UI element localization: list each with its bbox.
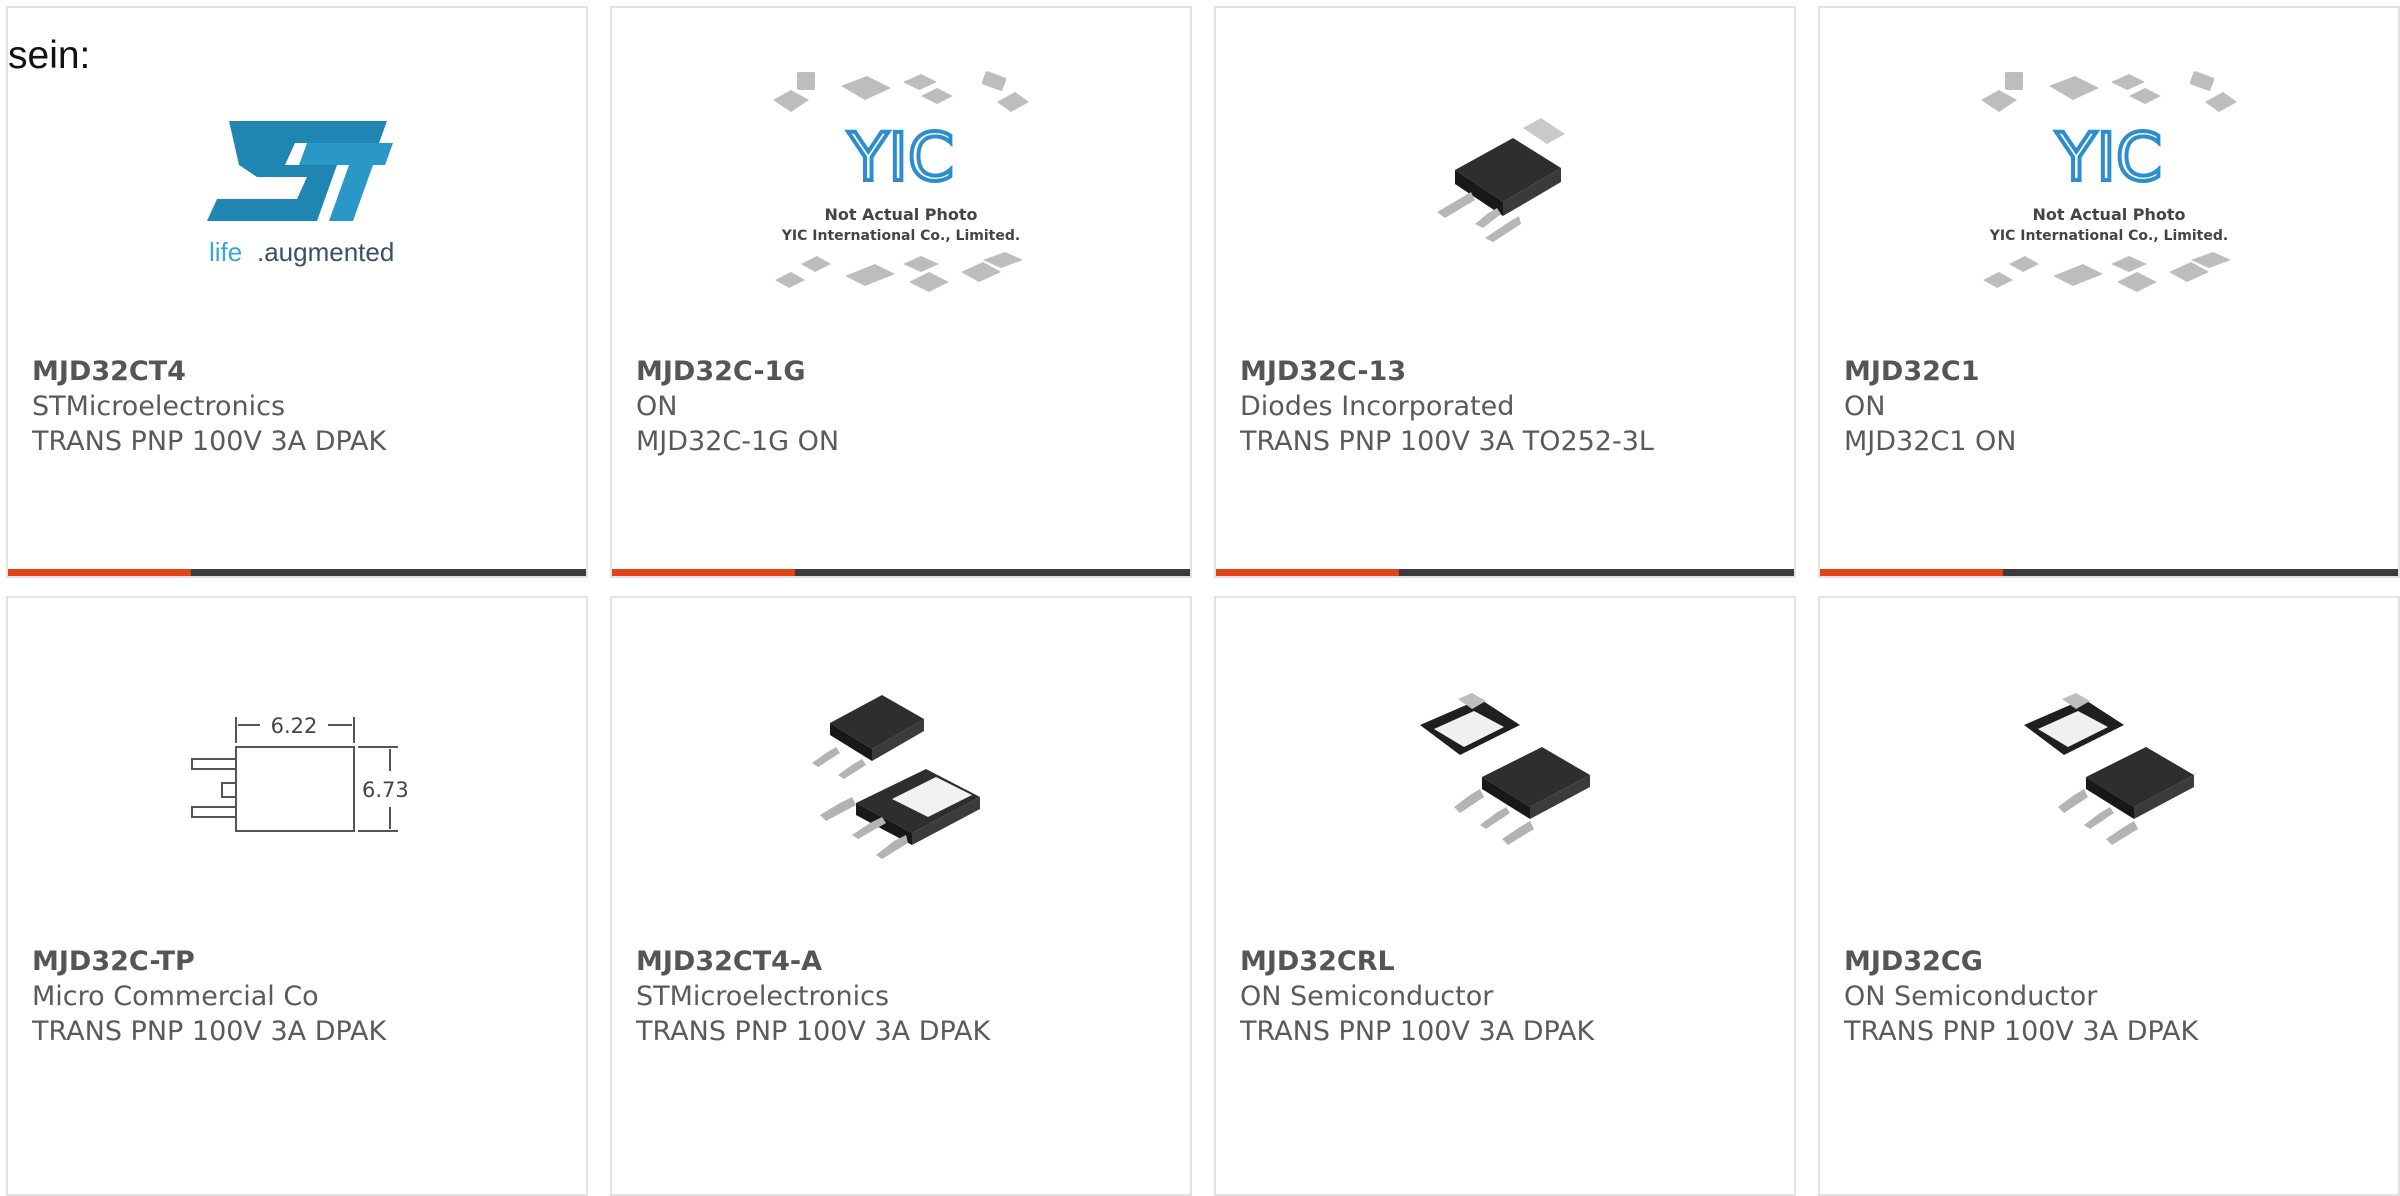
manufacturer: Micro Commercial Co bbox=[32, 981, 319, 1012]
description: TRANS PNP 100V 3A TO252-3L bbox=[1240, 426, 1654, 457]
product-info: MJD32CT4 STMicroelectronics TRANS PNP 10… bbox=[32, 354, 576, 459]
product-card[interactable]: life .augmented MJD32CT4 STMicroelectron… bbox=[6, 6, 588, 578]
product-card[interactable]: MJD32C-13 Diodes Incorporated TRANS PNP … bbox=[1214, 6, 1796, 578]
description: TRANS PNP 100V 3A DPAK bbox=[1844, 1016, 2199, 1047]
product-image[interactable] bbox=[612, 658, 1190, 898]
svg-text:6.22: 6.22 bbox=[271, 714, 318, 738]
description: TRANS PNP 100V 3A DPAK bbox=[32, 426, 387, 457]
product-image[interactable] bbox=[1216, 68, 1794, 308]
st-logo-icon: life .augmented bbox=[207, 121, 394, 267]
product-card[interactable]: YIC Not Actual Photo YIC International C… bbox=[1818, 6, 2400, 578]
product-image[interactable]: YIC Not Actual Photo YIC International C… bbox=[612, 68, 1190, 308]
part-number[interactable]: MJD32CT4 bbox=[32, 354, 576, 389]
product-card[interactable]: MJD32CRL ON Semiconductor TRANS PNP 100V… bbox=[1214, 596, 1796, 1196]
product-card[interactable]: YIC Not Actual Photo YIC International C… bbox=[610, 6, 1192, 578]
product-card[interactable]: MJD32CG ON Semiconductor TRANS PNP 100V … bbox=[1818, 596, 2400, 1196]
dpak-single-icon bbox=[1437, 118, 1565, 242]
product-info: MJD32C-13 Diodes Incorporated TRANS PNP … bbox=[1240, 354, 1784, 459]
manufacturer: STMicroelectronics bbox=[636, 981, 890, 1012]
description: MJD32C-1G ON bbox=[636, 426, 840, 457]
dpak-pair-icon bbox=[1420, 693, 1590, 845]
product-image[interactable]: YIC Not Actual Photo YIC International C… bbox=[1820, 68, 2398, 308]
manufacturer: ON Semiconductor bbox=[1844, 981, 2098, 1012]
intro-text: sein: bbox=[8, 34, 91, 77]
dpak-pair-icon bbox=[812, 695, 980, 859]
manufacturer: ON Semiconductor bbox=[1240, 981, 1494, 1012]
yic-placeholder-icon: YIC Not Actual Photo YIC International C… bbox=[1981, 71, 2237, 292]
svg-text:YIC: YIC bbox=[847, 119, 954, 196]
description: TRANS PNP 100V 3A DPAK bbox=[32, 1016, 387, 1047]
product-image[interactable] bbox=[1820, 658, 2398, 898]
part-number[interactable]: MJD32CG bbox=[1844, 944, 2388, 979]
part-number[interactable]: MJD32CT4-A bbox=[636, 944, 1180, 979]
product-card[interactable]: MJD32CT4-A STMicroelectronics TRANS PNP … bbox=[610, 596, 1192, 1196]
product-image[interactable]: 6.22 6.73 bbox=[8, 658, 586, 898]
product-info: MJD32C1 ON MJD32C1 ON bbox=[1844, 354, 2388, 459]
product-info: MJD32CRL ON Semiconductor TRANS PNP 100V… bbox=[1240, 944, 1784, 1049]
part-number[interactable]: MJD32CRL bbox=[1240, 944, 1784, 979]
svg-text:YIC: YIC bbox=[2055, 119, 2162, 196]
svg-text:Not Actual Photo: Not Actual Photo bbox=[2032, 205, 2185, 224]
card-bottom-bar bbox=[8, 569, 586, 576]
part-number[interactable]: MJD32C-1G bbox=[636, 354, 1180, 389]
product-info: MJD32C-TP Micro Commercial Co TRANS PNP … bbox=[32, 944, 576, 1049]
card-accent bbox=[1216, 569, 1399, 576]
description: TRANS PNP 100V 3A DPAK bbox=[636, 1016, 991, 1047]
dimension-drawing-icon: 6.22 6.73 bbox=[191, 714, 409, 832]
manufacturer: ON bbox=[636, 391, 678, 422]
card-accent bbox=[612, 569, 795, 576]
product-info: MJD32CT4-A STMicroelectronics TRANS PNP … bbox=[636, 944, 1180, 1049]
card-bottom-bar bbox=[1820, 569, 2398, 576]
dpak-pair-icon bbox=[2024, 693, 2194, 845]
part-number[interactable]: MJD32C1 bbox=[1844, 354, 2388, 389]
card-bottom-bar bbox=[1216, 569, 1794, 576]
svg-text:YIC International Co., Limited: YIC International Co., Limited. bbox=[1989, 228, 2228, 244]
card-bottom-bar bbox=[612, 569, 1190, 576]
part-number[interactable]: MJD32C-13 bbox=[1240, 354, 1784, 389]
svg-text:6.73: 6.73 bbox=[362, 778, 409, 802]
card-accent bbox=[1820, 569, 2003, 576]
product-info: MJD32C-1G ON MJD32C-1G ON bbox=[636, 354, 1180, 459]
product-info: MJD32CG ON Semiconductor TRANS PNP 100V … bbox=[1844, 944, 2388, 1049]
svg-text:.augmented: .augmented bbox=[257, 237, 394, 267]
svg-text:life: life bbox=[209, 237, 242, 267]
product-image[interactable] bbox=[1216, 658, 1794, 898]
yic-placeholder-icon: YIC Not Actual Photo YIC International C… bbox=[773, 71, 1029, 292]
product-image[interactable]: life .augmented bbox=[8, 68, 586, 308]
svg-text:Not Actual Photo: Not Actual Photo bbox=[824, 205, 977, 224]
card-accent bbox=[8, 569, 191, 576]
manufacturer: ON bbox=[1844, 391, 1886, 422]
manufacturer: STMicroelectronics bbox=[32, 391, 286, 422]
description: TRANS PNP 100V 3A DPAK bbox=[1240, 1016, 1595, 1047]
product-card[interactable]: 6.22 6.73 MJD32C-TP Micro Commercial Co … bbox=[6, 596, 588, 1196]
part-number[interactable]: MJD32C-TP bbox=[32, 944, 576, 979]
description: MJD32C1 ON bbox=[1844, 426, 2017, 457]
svg-text:YIC International Co., Limited: YIC International Co., Limited. bbox=[781, 228, 1020, 244]
manufacturer: Diodes Incorporated bbox=[1240, 391, 1515, 422]
